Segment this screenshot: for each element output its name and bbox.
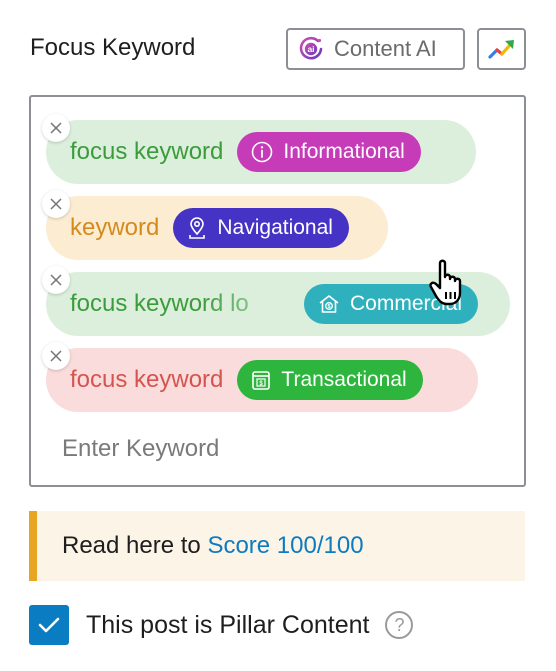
remove-keyword-button[interactable] (42, 266, 70, 294)
notice-text: Read here to (62, 532, 208, 559)
keyword-input-box[interactable]: focus keyword Informational keyword Navi… (29, 95, 526, 487)
pillar-content-label: This post is Pillar Content (86, 610, 370, 639)
intent-badge-commercial[interactable]: $ Commercial (304, 284, 479, 324)
keyword-chip[interactable]: focus keyword lo $ Commercial (42, 266, 510, 336)
intent-label: Informational (283, 140, 405, 163)
pillar-content-option: This post is Pillar Content ? (29, 605, 414, 645)
keyword-text: focus keyword (70, 138, 224, 165)
svg-text:$: $ (327, 304, 330, 310)
wallet-dollar-icon: $ (252, 371, 271, 390)
pillar-content-checkbox[interactable] (29, 605, 69, 645)
keyword-input[interactable] (62, 431, 502, 467)
keyword-text: focus keyword (70, 366, 224, 393)
keyword-text: keyword (70, 214, 160, 241)
intent-label: Commercial (350, 292, 463, 315)
content-ai-icon: ai (299, 36, 323, 60)
remove-keyword-button[interactable] (42, 114, 70, 142)
intent-label: Navigational (217, 216, 333, 239)
trend-chart-icon (487, 40, 514, 59)
help-symbol: ? (394, 614, 405, 635)
remove-keyword-button[interactable] (42, 342, 70, 370)
section-title: Focus Keyword (30, 34, 196, 61)
keyword-chip[interactable]: focus keyword Informational (42, 114, 476, 184)
trends-button[interactable] (477, 28, 526, 70)
keyword-chip[interactable]: keyword Navigational (42, 190, 388, 260)
close-icon (50, 274, 62, 286)
intent-badge-informational[interactable]: Informational (237, 132, 421, 172)
location-pin-icon (189, 217, 206, 239)
close-icon (50, 198, 62, 210)
keyword-chip[interactable]: focus keyword $ Transactional (42, 342, 478, 412)
content-ai-label: Content AI (334, 36, 437, 61)
house-dollar-icon: $ (319, 295, 339, 313)
intent-label: Transactional (281, 368, 407, 391)
close-icon (50, 350, 62, 362)
content-ai-button[interactable]: ai Content AI (286, 28, 465, 70)
checkmark-icon (38, 617, 60, 633)
score-link[interactable]: Score 100/100 (207, 532, 363, 560)
remove-keyword-button[interactable] (42, 190, 70, 218)
close-icon (50, 122, 62, 134)
svg-text:ai: ai (307, 44, 314, 54)
intent-badge-navigational[interactable]: Navigational (173, 208, 349, 248)
intent-badge-transactional[interactable]: $ Transactional (237, 360, 423, 400)
focus-keyword-header: Focus Keyword ai Content AI (30, 28, 526, 72)
info-icon (252, 141, 273, 163)
score-notice: Read here to Score 100/100 (29, 511, 525, 581)
keyword-text: focus keyword lo (70, 290, 249, 317)
help-icon[interactable]: ? (385, 611, 414, 639)
